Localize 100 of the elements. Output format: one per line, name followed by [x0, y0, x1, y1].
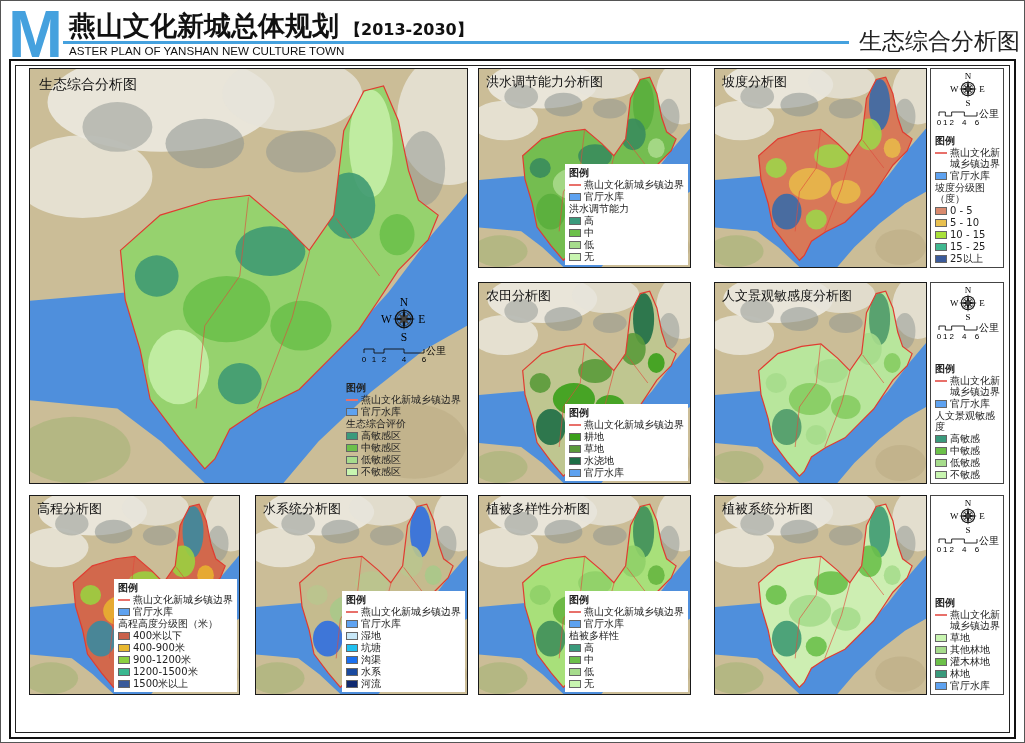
scale-label: 0 — [936, 118, 942, 127]
scale-label: 4 — [962, 118, 967, 127]
legend-label: 中敏感 — [950, 445, 980, 456]
legend-label: 官厅水库 — [950, 170, 990, 181]
legend-title: 图例 — [569, 167, 589, 178]
scale-bar-icon — [938, 538, 978, 544]
scale-label: 0 — [361, 355, 366, 364]
compass-label: W — [380, 313, 392, 325]
map-title: 植被系统分析图 — [722, 501, 813, 516]
map-title: 洪水调节能力分析图 — [486, 74, 603, 89]
legend-label: 低敏感区 — [361, 454, 401, 465]
scale-label: 6 — [974, 332, 980, 341]
map-title: 水系统分析图 — [263, 501, 341, 516]
scale-label: 2 — [381, 355, 386, 364]
legend-label: 水浇地 — [584, 455, 614, 466]
legend-label: 灌木林地 — [950, 656, 990, 667]
logo-letter: M — [8, 9, 62, 59]
map-title: 坡度分析图 — [722, 74, 787, 89]
legend-label: 官厅水库 — [361, 618, 401, 629]
legend-title: 图例 — [346, 594, 366, 605]
compass-label: S — [400, 330, 407, 342]
map-title: 人文景观敏感度分析图 — [722, 288, 852, 303]
legend-label: 无 — [584, 251, 594, 262]
map-title: 农田分析图 — [486, 288, 551, 303]
legend-label: 燕山文化新城乡镇边界 — [361, 606, 461, 617]
legend-label: 燕山文化新城乡镇边界 — [584, 606, 684, 617]
scale-label: 4 — [962, 332, 967, 341]
legend-heading: 生态综合评价 — [346, 418, 406, 429]
plan-title: 燕山文化新城总体规划 — [69, 10, 339, 41]
legend-label: 官厅水库 — [584, 618, 624, 629]
legend-label: 燕山文化新城乡镇边界 — [950, 609, 1001, 631]
legend-label: 官厅水库 — [361, 406, 401, 417]
scale-bar-icon — [363, 348, 424, 354]
scale-label: 2 — [949, 332, 954, 341]
legend-label: 官厅水库 — [584, 467, 624, 478]
scale-label: 1 — [943, 545, 948, 554]
legend-label: 林地 — [950, 668, 970, 679]
legend-title: 图例 — [935, 135, 955, 146]
map-title: 生态综合分析图 — [39, 76, 137, 93]
legend-label: 不敏感区 — [361, 466, 401, 477]
legend-label: 5 - 10 — [950, 217, 980, 228]
legend-label: 官厅水库 — [133, 606, 173, 617]
legend-label: 15 - 25 — [950, 241, 986, 252]
scale-label: 1 — [943, 332, 948, 341]
legend-title: 图例 — [935, 597, 955, 608]
legend-label: 坑塘 — [361, 642, 381, 653]
sheet-title: 生态综合分析图 — [859, 28, 1020, 55]
legend-label: 低 — [584, 666, 594, 677]
scale-label: 1 — [943, 118, 948, 127]
legend-label: 低敏感 — [950, 457, 980, 468]
legend-label: 10 - 15 — [950, 229, 986, 240]
legend-label: 水系 — [361, 666, 381, 677]
compass-label: N — [964, 498, 972, 509]
legend-title: 图例 — [118, 582, 138, 593]
scale-label: 6 — [974, 545, 980, 554]
legend-label: 1500米以上 — [133, 678, 189, 689]
compass-rose-icon — [959, 80, 977, 98]
legend-label: 400米以下 — [133, 630, 183, 641]
legend-heading: 植被多样性 — [569, 630, 619, 641]
legend-label: 25以上 — [950, 253, 983, 264]
legend-label: 官厅水库 — [950, 398, 990, 409]
legend-label: 低 — [584, 239, 594, 250]
legend-label: 官厅水库 — [950, 680, 990, 691]
scale-label: 0 — [936, 332, 942, 341]
legend-label: 耕地 — [584, 431, 604, 442]
legend-label: 不敏感 — [950, 469, 980, 480]
legend-label: 高 — [584, 215, 594, 226]
compass-label: S — [965, 525, 971, 534]
legend-label: 无 — [584, 678, 594, 689]
legend-label: 高 — [584, 642, 594, 653]
plan-years: 【2013-2030】 — [345, 20, 473, 41]
legend-heading: 人文景观敏感度 — [935, 410, 996, 432]
legend-heading: 洪水调节能力 — [569, 203, 629, 214]
legend-label: 1200-1500米 — [133, 666, 198, 677]
compass-label: N — [964, 71, 972, 82]
legend-label: 高敏感区 — [361, 430, 401, 441]
compass-label: W — [950, 511, 959, 522]
compass-label: E — [979, 511, 985, 522]
legend-label: 燕山文化新城乡镇边界 — [584, 419, 684, 430]
legend-label: 中 — [584, 227, 594, 238]
legend-label: 燕山文化新城乡镇边界 — [950, 375, 1001, 397]
legend-label: 河流 — [361, 678, 381, 689]
scale-bar-icon — [938, 111, 978, 117]
scale-label: 4 — [962, 545, 967, 554]
scale-label: 1 — [371, 355, 376, 364]
compass-label: N — [399, 296, 408, 309]
compass-label: N — [964, 285, 972, 296]
map-title: 高程分析图 — [37, 501, 102, 516]
legend-label: 草地 — [950, 632, 970, 643]
scale-label: 6 — [421, 355, 426, 364]
legend-label: 0 - 5 — [950, 205, 973, 216]
scale-label: 0 — [936, 545, 942, 554]
legend-label: 燕山文化新城乡镇边界 — [950, 147, 1001, 169]
compass-label: S — [965, 312, 971, 321]
scale-label: 2 — [949, 118, 954, 127]
legend-label: 900-1200米 — [133, 654, 192, 665]
legend-label: 其他林地 — [950, 644, 990, 655]
compass-label: W — [950, 298, 959, 309]
scale-label: 6 — [974, 118, 980, 127]
map-title: 植被多样性分析图 — [486, 501, 590, 516]
